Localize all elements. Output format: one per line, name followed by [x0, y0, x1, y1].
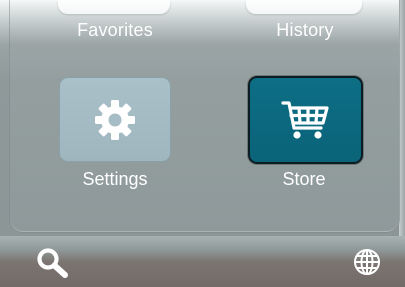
globe-icon[interactable] [351, 247, 383, 282]
favorites-label[interactable]: Favorites [45, 20, 185, 41]
gear-icon [95, 99, 135, 140]
settings-tile[interactable] [59, 77, 171, 162]
history-label[interactable]: History [235, 20, 375, 41]
search-icon[interactable] [36, 247, 70, 284]
store-label: Store [282, 169, 326, 189]
shopping-cart-icon [280, 101, 329, 139]
history-tab-top[interactable] [246, 0, 362, 14]
store-tile[interactable] [248, 76, 363, 164]
settings-label: Settings [82, 169, 148, 189]
favorites-tab-top[interactable] [58, 0, 170, 14]
